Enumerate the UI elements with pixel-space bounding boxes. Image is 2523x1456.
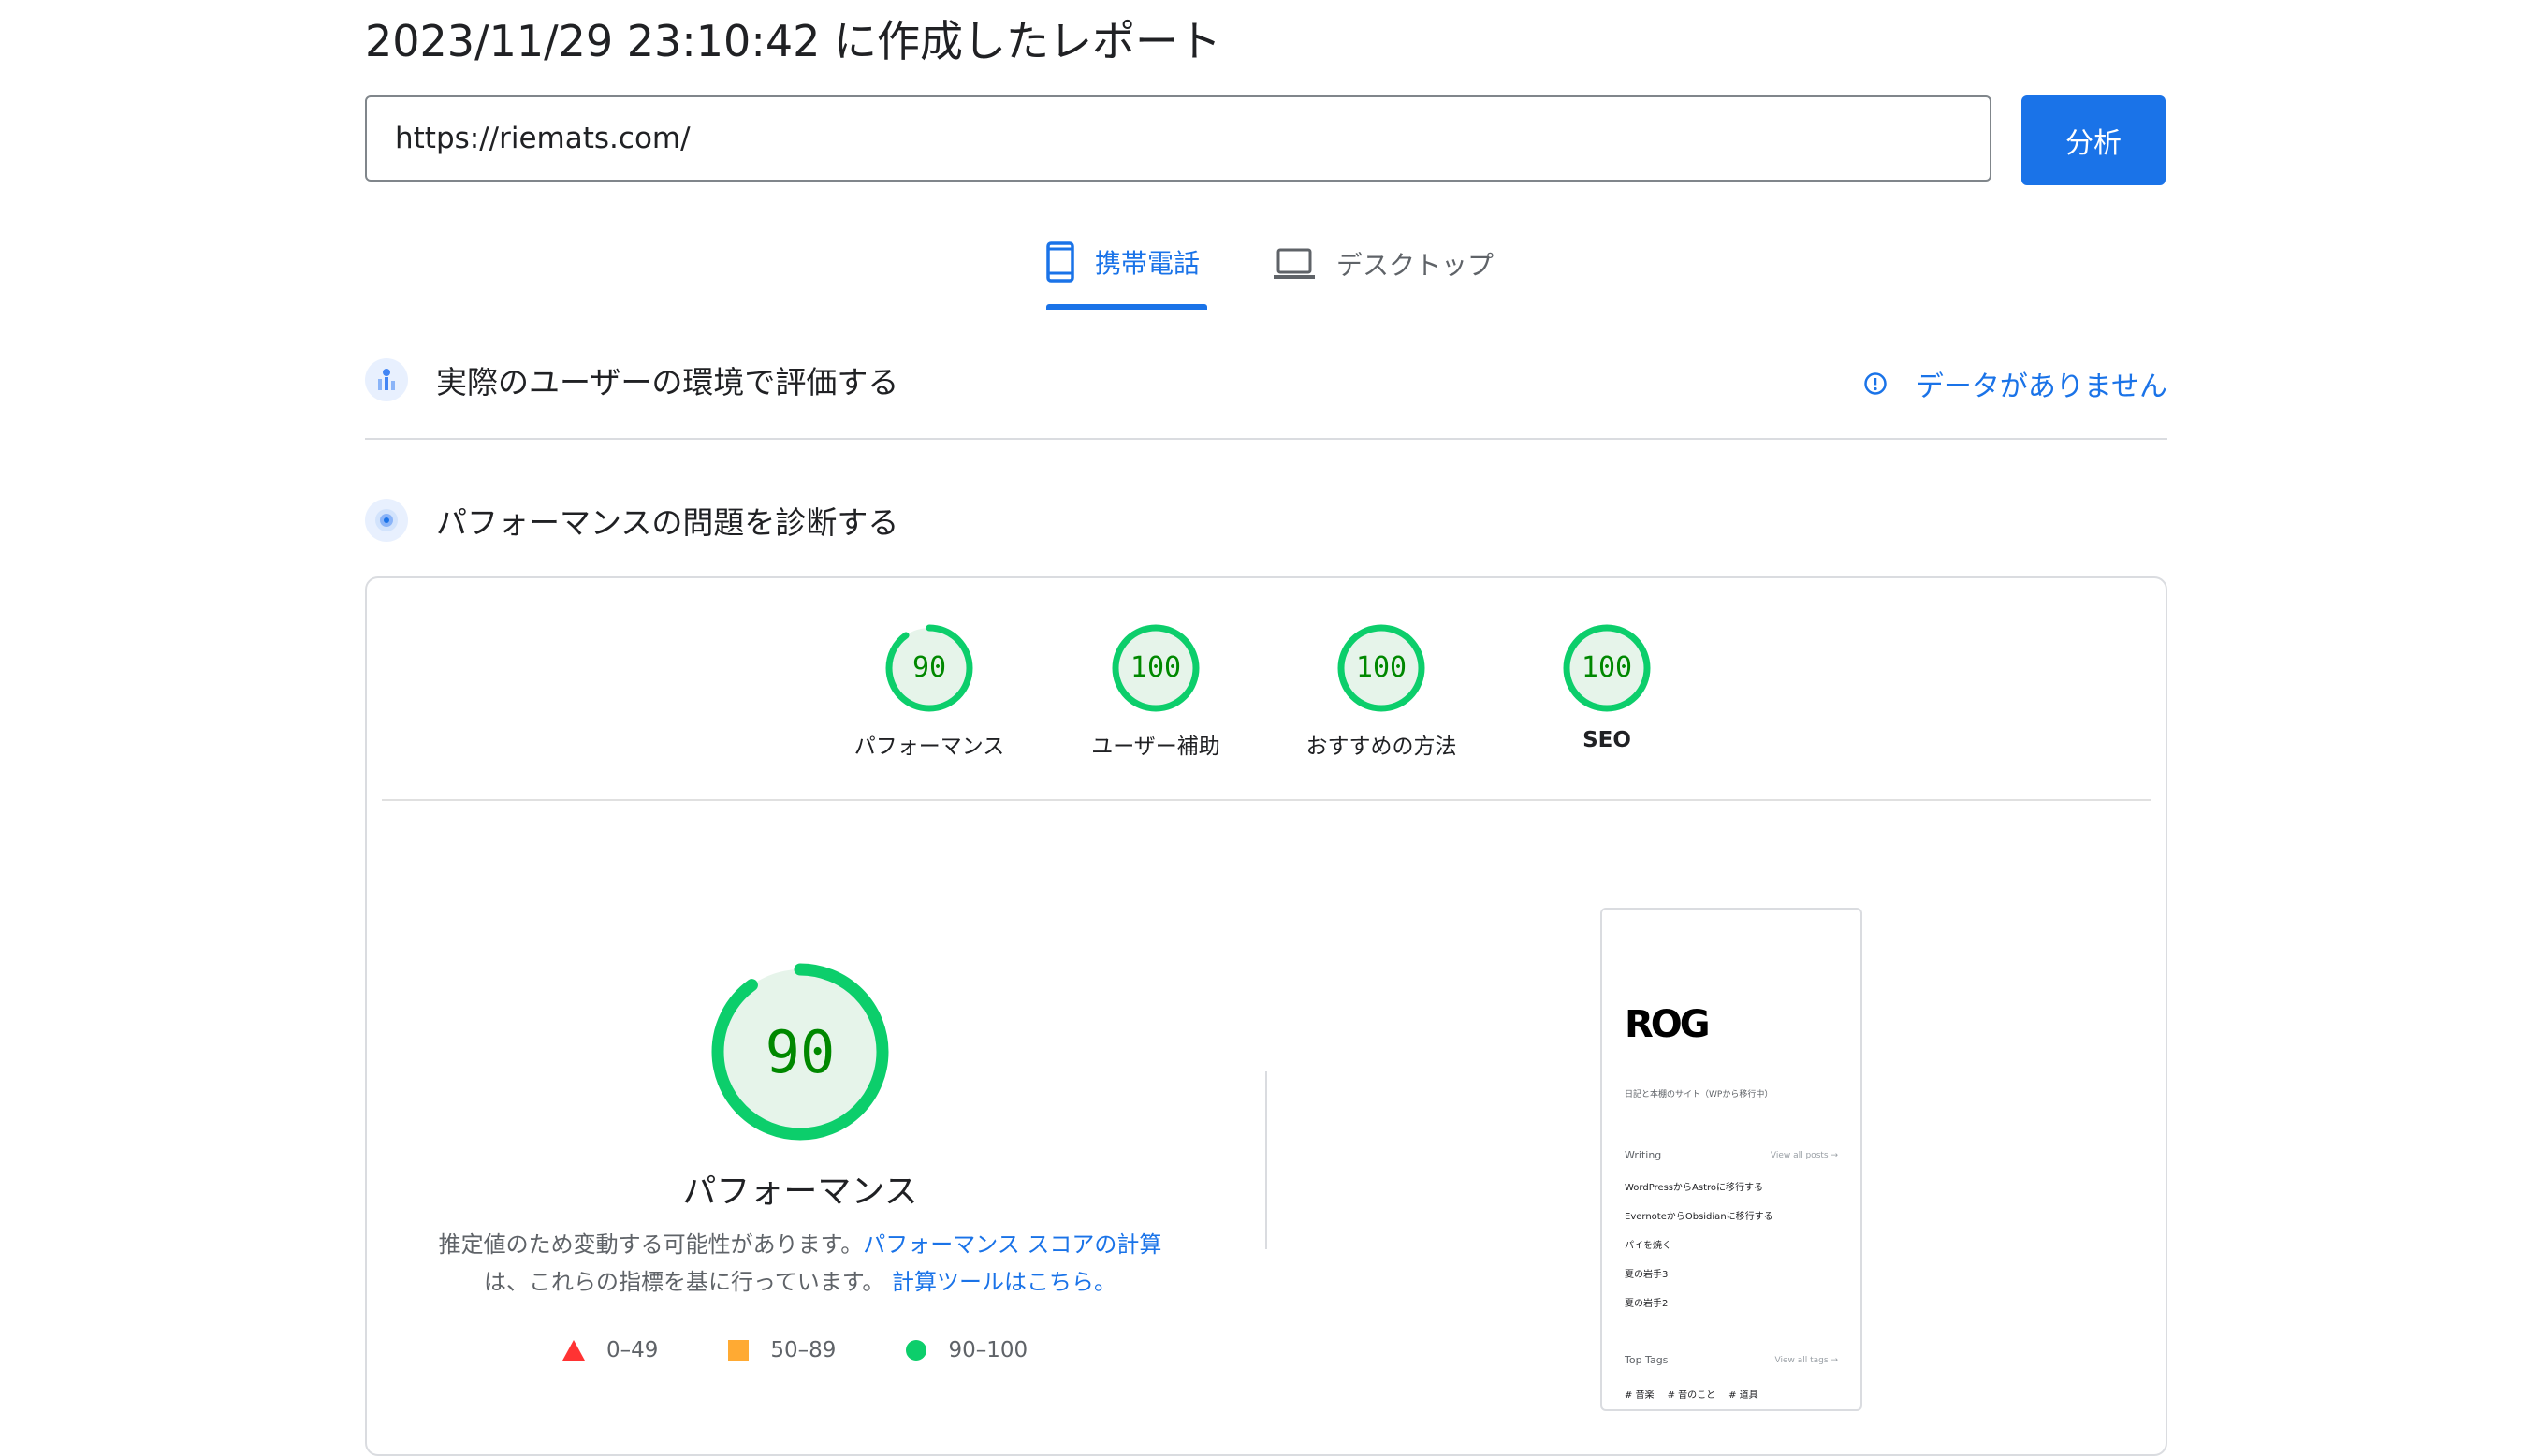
gauge-label: SEO (1582, 728, 1631, 752)
score-calc-link[interactable]: パフォーマンス スコアの計算 (863, 1231, 1161, 1258)
real-users-section-header: 実際のユーザーの環境で評価する (365, 357, 898, 402)
tag: # 音楽 (1625, 1390, 1655, 1401)
score-ring: 100 (1337, 624, 1425, 712)
tab-selected-indicator (1046, 304, 1207, 310)
info-icon (1864, 372, 1887, 395)
legend-fail: 0–49 (561, 1338, 658, 1362)
report-title: 2023/11/29 23:10:42 に作成したレポート (365, 16, 1221, 66)
tags-heading: Top Tags (1625, 1354, 1669, 1366)
tab-desktop[interactable]: デスクトップ (1273, 245, 1494, 283)
gauge-performance[interactable]: 90 パフォーマンス (826, 621, 1032, 760)
tab-label: デスクトップ (1336, 250, 1495, 281)
legend-range: 0–49 (606, 1338, 659, 1362)
score-ring: 90 (885, 624, 973, 712)
gauge-seo[interactable]: 100 SEO (1504, 621, 1710, 752)
score-value: 90 (912, 651, 946, 684)
site-logo: ROG (1625, 1003, 1711, 1046)
score-description: 推定値のため変動する可能性があります。パフォーマンス スコアの計算 は、これらの… (374, 1226, 1226, 1301)
url-field[interactable] (365, 95, 1991, 182)
no-data-label: データがありません (1915, 371, 2167, 403)
gauge-label: パフォーマンス (853, 735, 1005, 759)
tag-list: # 音楽 # 音のこと # 道具 (1625, 1387, 1758, 1401)
gauge-label: おすすめの方法 (1305, 735, 1457, 759)
laptop-icon (1274, 248, 1315, 279)
tag: # 道具 (1728, 1390, 1758, 1401)
square-icon (728, 1340, 750, 1361)
url-input[interactable] (367, 97, 1990, 180)
tab-mobile[interactable]: 携帯電話 (1046, 241, 1200, 283)
desc-text: は、これらの指標を基に行っています。 (483, 1269, 885, 1295)
legend-range: 50–89 (770, 1338, 837, 1362)
view-all-tags: View all tags → (1774, 1356, 1838, 1365)
legend-average: 50–89 (727, 1338, 836, 1362)
score-value: 100 (1130, 651, 1181, 684)
section-title: 実際のユーザーの環境で評価する (436, 364, 899, 400)
main-score-ring: 90 (711, 963, 889, 1141)
score-value: 100 (1582, 651, 1632, 684)
post-item: 夏の岩手2 (1625, 1299, 1669, 1309)
post-item: WordPressからAstroに移行する (1625, 1183, 1764, 1193)
score-ring: 100 (1563, 624, 1651, 712)
writing-heading: Writing (1625, 1149, 1662, 1161)
section-title: パフォーマンスの問題を診断する (436, 504, 899, 541)
users-chart-icon (365, 358, 408, 401)
diagnose-section-header: パフォーマンスの問題を診断する (365, 498, 898, 543)
tab-label: 携帯電話 (1095, 248, 1201, 279)
score-ring: 100 (1112, 624, 1200, 712)
vertical-divider (1265, 1071, 1267, 1249)
calculator-link[interactable]: 計算ツールはこちら。 (892, 1269, 1116, 1295)
gauge-best-practices[interactable]: 100 おすすめの方法 (1278, 621, 1484, 760)
lab-diagnostic-icon (365, 499, 408, 542)
gauge-label: ユーザー補助 (1091, 735, 1220, 759)
post-item: パイを焼く (1625, 1241, 1671, 1251)
view-all-posts: View all posts → (1770, 1151, 1838, 1160)
smartphone-icon (1046, 241, 1074, 283)
page-screenshot-thumbnail[interactable]: ROG 日記と本棚のサイト（WPから移行中） Writing View all … (1600, 908, 1862, 1411)
card-divider (382, 799, 2151, 801)
post-item: EvernoteからObsidianに移行する (1625, 1212, 1773, 1222)
legend-pass: 90–100 (905, 1338, 1028, 1362)
no-data-link[interactable]: データがありません (1863, 363, 2167, 404)
score-legend: 0–49 50–89 90–100 (561, 1338, 1028, 1362)
site-subtitle: 日記と本棚のサイト（WPから移行中） (1625, 1090, 1773, 1099)
post-item: 夏の岩手3 (1625, 1270, 1669, 1280)
main-score-value: 90 (766, 1018, 836, 1086)
legend-range: 90–100 (948, 1338, 1028, 1362)
main-score-title: パフォーマンス (682, 1172, 918, 1211)
score-value: 100 (1356, 651, 1407, 684)
diagnostics-card (365, 576, 2167, 1456)
desc-text: 推定値のため変動する可能性があります。 (438, 1231, 864, 1258)
tag: # 音のこと (1667, 1390, 1716, 1401)
gauge-accessibility[interactable]: 100 ユーザー補助 (1053, 621, 1259, 760)
triangle-icon (562, 1340, 585, 1361)
section-divider (365, 438, 2167, 440)
circle-icon (906, 1340, 927, 1361)
analyze-button[interactable]: 分析 (2021, 95, 2166, 185)
